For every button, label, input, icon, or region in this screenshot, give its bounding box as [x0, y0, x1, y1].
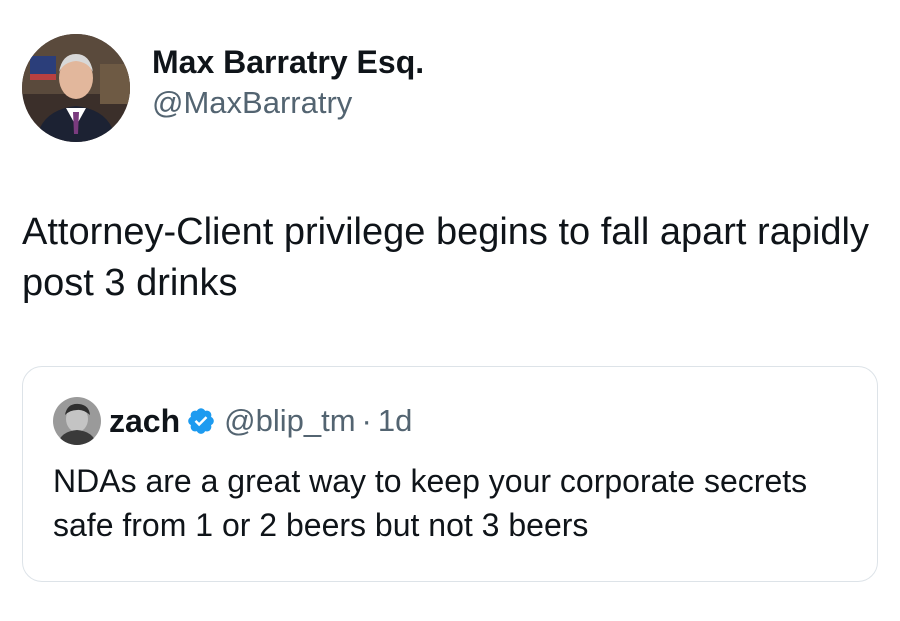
author-display-name[interactable]: Max Barratry Esq. [152, 41, 424, 83]
quoted-author-handle[interactable]: @blip_tm [224, 403, 355, 439]
quoted-author-avatar[interactable] [53, 397, 101, 445]
author-handle[interactable]: @MaxBarratry [152, 83, 424, 123]
verified-badge-icon [186, 406, 216, 436]
author-avatar[interactable] [22, 34, 130, 142]
separator-dot: · [361, 403, 372, 438]
tweet-text: Attorney-Client privilege begins to fall… [22, 211, 869, 304]
tweet-header: Max Barratry Esq. @MaxBarratry [22, 34, 424, 142]
quoted-tweet-header: zach @blip_tm · 1d [53, 397, 412, 445]
quoted-author-avatar-image [53, 397, 101, 445]
quoted-author-display-name[interactable]: zach [109, 403, 180, 440]
author-names: Max Barratry Esq. @MaxBarratry [152, 41, 424, 123]
author-avatar-image [22, 34, 130, 142]
tweet-card: Max Barratry Esq. @MaxBarratry Attorney-… [0, 0, 900, 621]
quoted-tweet-timestamp[interactable]: 1d [378, 403, 412, 439]
quoted-tweet-card[interactable]: zach @blip_tm · 1d NDAs are a great way … [22, 366, 878, 582]
quoted-tweet-text: NDAs are a great way to keep your corpor… [53, 463, 808, 543]
